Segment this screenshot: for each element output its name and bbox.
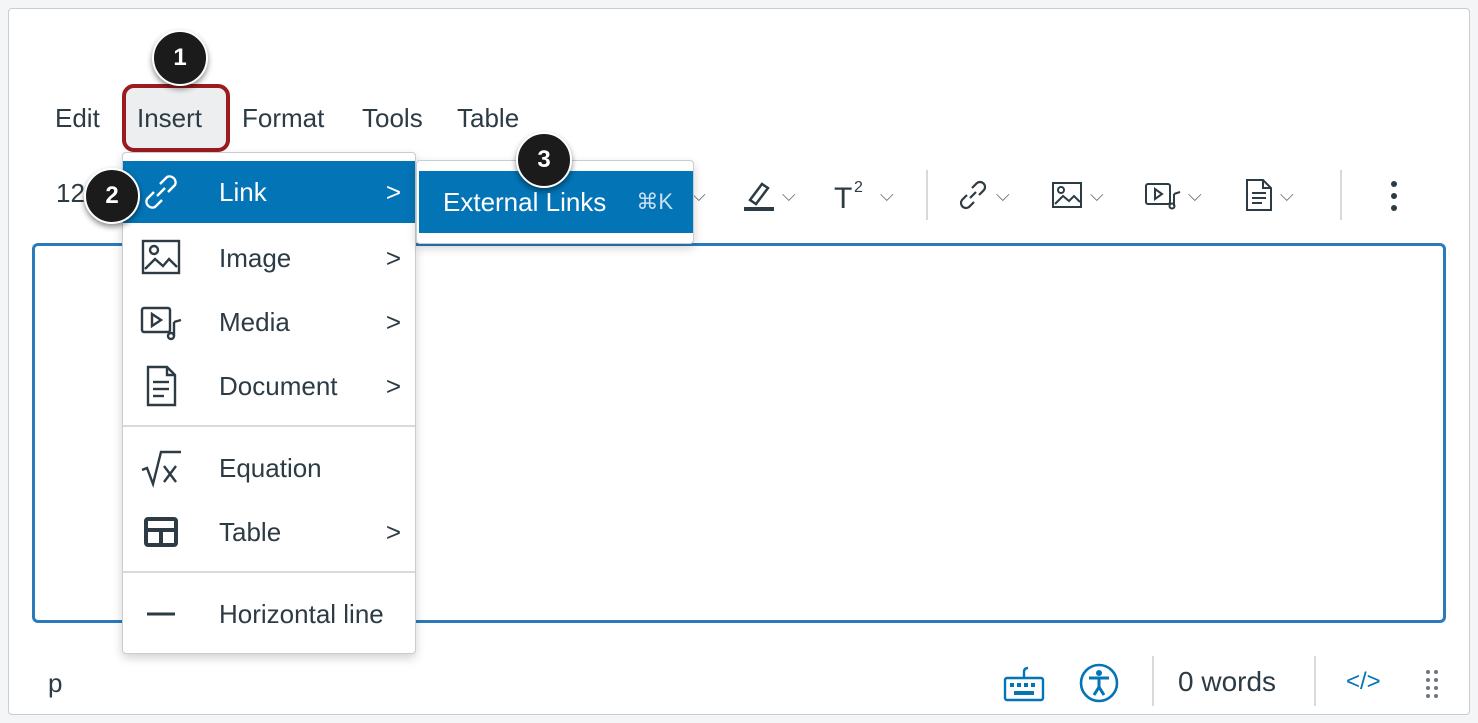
- menu-item-label: Table: [219, 516, 282, 547]
- highlight-color-button[interactable]: ⌵: [742, 170, 796, 220]
- media-icon: [137, 298, 185, 346]
- menu-item-table[interactable]: Table >: [123, 501, 415, 563]
- statusbar-divider: [1152, 656, 1154, 706]
- chevron-right-icon: >: [385, 176, 401, 207]
- chevron-down-icon: ⌵: [1090, 184, 1104, 205]
- toolbar-divider: [926, 170, 928, 220]
- menu-edit[interactable]: Edit: [55, 100, 100, 136]
- vertical-ellipsis-icon: [1391, 181, 1397, 211]
- document-icon: [137, 362, 185, 410]
- menu-item-image[interactable]: Image >: [123, 227, 415, 289]
- menu-table[interactable]: Table: [457, 100, 519, 136]
- menu-insert[interactable]: Insert: [137, 100, 202, 136]
- menu-tools[interactable]: Tools: [362, 100, 423, 136]
- font-size-select[interactable]: 12: [56, 178, 85, 209]
- menu-item-link[interactable]: Link >: [123, 161, 415, 223]
- menu-item-label: Media: [219, 306, 290, 337]
- keyboard-shortcut: ⌘K: [636, 189, 673, 214]
- highlighter-icon: [744, 182, 774, 211]
- menu-item-media[interactable]: Media >: [123, 291, 415, 353]
- media-icon: [1145, 183, 1181, 210]
- chevron-down-icon: ⌵: [782, 184, 796, 205]
- menu-item-equation[interactable]: Equation: [123, 437, 415, 499]
- menu-item-label: Document: [219, 370, 338, 401]
- media-toolbar-button[interactable]: ⌵: [1144, 170, 1202, 220]
- chevron-down-icon: ⌵: [1280, 184, 1294, 205]
- link-toolbar-button[interactable]: ⌵: [956, 170, 1010, 220]
- table-icon: [137, 508, 185, 556]
- chevron-right-icon: >: [385, 306, 401, 337]
- element-path[interactable]: p: [48, 668, 62, 699]
- chevron-down-icon: ⌵: [1188, 184, 1202, 205]
- accessibility-icon: [1079, 663, 1119, 703]
- toolbar-text-color-chevron[interactable]: ⌵: [692, 170, 706, 220]
- more-options-button[interactable]: [1384, 176, 1404, 216]
- superscript-icon: T 2: [834, 179, 863, 212]
- equation-icon: [137, 444, 185, 492]
- callout-badge-3: 3: [516, 132, 572, 188]
- chevron-right-icon: >: [385, 370, 401, 401]
- html-editor-toggle[interactable]: </>: [1346, 668, 1381, 696]
- statusbar-divider: [1314, 656, 1316, 706]
- word-count: 0 words: [1178, 666, 1277, 697]
- chevron-right-icon: >: [385, 516, 401, 547]
- svg-text:2: 2: [854, 179, 863, 196]
- chevron-right-icon: >: [385, 242, 401, 273]
- callout-badge-1: 1: [152, 30, 208, 86]
- chevron-down-icon: ⌵: [880, 184, 894, 205]
- menu-item-label: Image: [219, 242, 292, 273]
- accessibility-checker-button[interactable]: [1078, 662, 1120, 704]
- horizontal-line-icon: [137, 590, 185, 638]
- resize-handle[interactable]: [1424, 668, 1440, 700]
- link-icon: [137, 168, 185, 216]
- document-toolbar-button[interactable]: ⌵: [1244, 170, 1294, 220]
- menu-item-horizontal-line[interactable]: Horizontal line: [123, 583, 415, 645]
- drag-handle-icon: [1426, 670, 1438, 698]
- menu-item-document[interactable]: Document >: [123, 355, 415, 417]
- menu-item-label: Equation: [219, 452, 322, 483]
- insert-dropdown-menu: Link > Image > Media > Document > Equati…: [122, 152, 416, 654]
- submenu-item-label: External Links: [443, 186, 607, 217]
- image-icon: [1052, 182, 1082, 208]
- image-icon: [137, 234, 185, 282]
- keyboard-icon: [1003, 666, 1045, 702]
- chevron-down-icon: ⌵: [692, 184, 706, 205]
- toolbar-divider: [1340, 170, 1342, 220]
- callout-badge-2: 2: [84, 168, 140, 224]
- menu-format[interactable]: Format: [242, 100, 324, 136]
- link-icon: [959, 180, 987, 210]
- menu-item-label: Link: [219, 176, 267, 207]
- menu-divider: [123, 425, 415, 427]
- superscript-button[interactable]: T 2 ⌵: [834, 170, 894, 220]
- svg-text:T: T: [834, 182, 852, 212]
- keyboard-shortcuts-button[interactable]: [1002, 664, 1046, 704]
- image-toolbar-button[interactable]: ⌵: [1050, 170, 1104, 220]
- menu-divider: [123, 571, 415, 573]
- menu-item-label: Horizontal line: [219, 598, 384, 629]
- document-icon: [1246, 179, 1272, 211]
- chevron-down-icon: ⌵: [996, 184, 1010, 205]
